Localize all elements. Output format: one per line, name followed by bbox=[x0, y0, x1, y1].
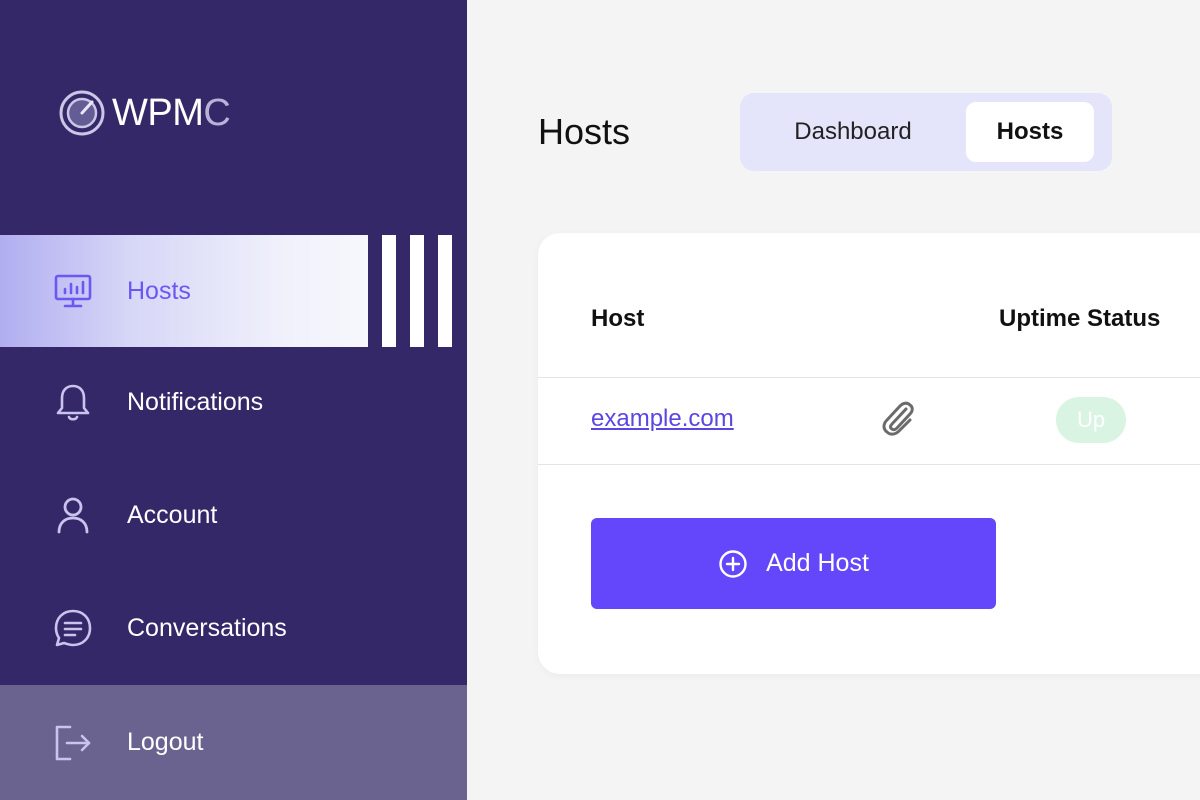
row-divider bbox=[538, 377, 1200, 378]
view-tabs: Dashboard Hosts bbox=[740, 93, 1112, 171]
user-icon bbox=[52, 494, 94, 536]
paperclip-icon[interactable] bbox=[879, 400, 917, 438]
row-divider bbox=[538, 464, 1200, 465]
active-stripe bbox=[438, 235, 452, 347]
sidebar-item-conversations[interactable]: Conversations bbox=[0, 572, 467, 684]
add-host-button[interactable]: Add Host bbox=[591, 518, 996, 609]
add-host-label: Add Host bbox=[766, 549, 869, 577]
sidebar-item-label: Conversations bbox=[127, 613, 287, 642]
sidebar-item-label: Logout bbox=[127, 728, 204, 756]
app-logo[interactable]: WPMC bbox=[58, 88, 231, 138]
sidebar-item-notifications[interactable]: Notifications bbox=[0, 346, 467, 458]
column-header-uptime-status: Uptime Status bbox=[999, 305, 1161, 332]
host-link[interactable]: example.com bbox=[591, 405, 734, 433]
plus-circle-icon bbox=[719, 549, 747, 578]
sidebar-item-logout[interactable]: Logout bbox=[0, 685, 467, 800]
status-badge: Up bbox=[1056, 397, 1126, 443]
bell-icon bbox=[52, 381, 94, 423]
tab-hosts[interactable]: Hosts bbox=[966, 102, 1094, 162]
monitor-chart-icon bbox=[52, 270, 94, 312]
sidebar-item-hosts[interactable]: Hosts bbox=[0, 235, 467, 347]
column-header-host: Host bbox=[591, 305, 645, 332]
active-stripe bbox=[382, 235, 396, 347]
chat-icon bbox=[52, 607, 94, 649]
logo-text: WPMC bbox=[112, 92, 231, 134]
sidebar-item-label: Notifications bbox=[127, 387, 264, 416]
tab-dashboard[interactable]: Dashboard bbox=[756, 102, 950, 162]
logout-icon bbox=[52, 722, 94, 764]
sidebar: WPMC Hosts Notifications Account Convers… bbox=[0, 0, 467, 800]
sidebar-item-account[interactable]: Account bbox=[0, 459, 467, 571]
sidebar-item-label: Hosts bbox=[127, 276, 191, 305]
sidebar-item-label: Account bbox=[127, 500, 218, 529]
hosts-table-card: Host Uptime Status example.com Up Add Ho… bbox=[538, 233, 1200, 674]
active-stripe bbox=[410, 235, 424, 347]
page-title: Hosts bbox=[538, 111, 631, 152]
logo-radar-icon bbox=[59, 90, 105, 136]
